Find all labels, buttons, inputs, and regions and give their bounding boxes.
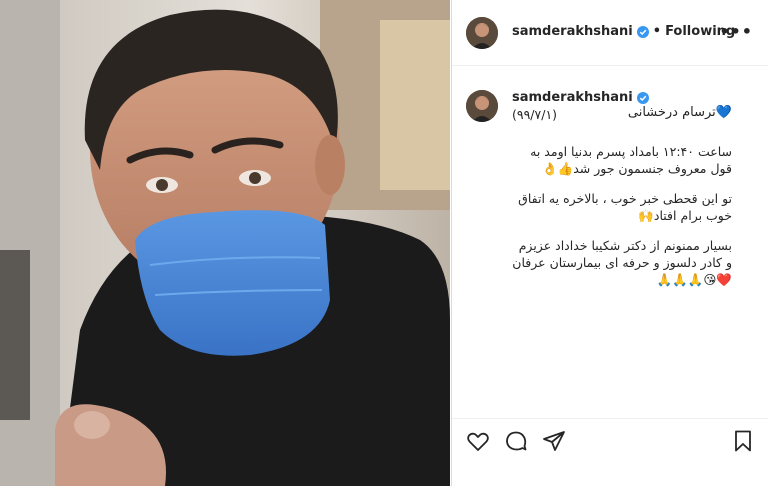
caption-text: (۹۹/۷/۱) ساعت ۱۲:۴۰ بامداد پسرم بدنیا او… <box>512 106 732 301</box>
instagram-post: samderakhshani • Following ••• samderakh… <box>0 0 768 486</box>
caption-username[interactable]: samderakhshani <box>512 90 649 105</box>
verified-badge-icon <box>636 91 649 104</box>
heart-icon[interactable] <box>466 429 490 453</box>
post-header: samderakhshani • Following ••• <box>452 0 768 66</box>
selfie-image <box>0 0 450 486</box>
author-avatar[interactable] <box>466 17 498 49</box>
caption-paragraph-2: تو این قحطی خبر خوب ، بالاخره یه اتفاق خ… <box>518 191 732 223</box>
caption-date: (۹۹/۷/۱) <box>512 107 558 122</box>
caption-username-text[interactable]: samderakhshani <box>512 90 633 105</box>
verified-badge-icon <box>636 25 649 38</box>
post-photo[interactable] <box>0 0 450 486</box>
caption-section: samderakhshani 💙ترسام درخشانی (۹۹/۷/۱) س… <box>452 66 768 416</box>
author-line: samderakhshani • Following <box>512 24 735 39</box>
post-sidebar: samderakhshani • Following ••• samderakh… <box>451 0 768 486</box>
action-bar <box>452 418 768 464</box>
caption-paragraph-1: ساعت ۱۲:۴۰ بامداد پسرم بدنیا اومد به قول… <box>530 144 732 176</box>
author-username[interactable]: samderakhshani <box>512 24 633 39</box>
bookmark-icon[interactable] <box>731 429 755 453</box>
separator-dot: • <box>652 24 662 39</box>
paper-plane-icon[interactable] <box>542 429 566 453</box>
more-options-icon[interactable]: ••• <box>719 22 753 41</box>
caption-avatar[interactable] <box>466 90 498 122</box>
comment-icon[interactable] <box>504 429 528 453</box>
caption-paragraph-3: بسیار ممنونم از دکتر شکیبا خداداد عزیزم … <box>512 238 732 287</box>
